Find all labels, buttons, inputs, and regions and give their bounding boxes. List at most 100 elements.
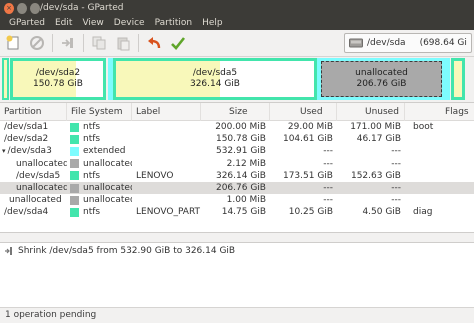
apply-button[interactable]: [168, 33, 188, 53]
cell-used: 10.25 GiB: [288, 207, 333, 218]
cell-partition: unallocated: [16, 183, 67, 194]
copy-icon: [92, 36, 106, 50]
cell-used: ---: [323, 146, 333, 157]
diskmap-sda5-name: /dev/sda5: [192, 68, 238, 78]
table-row[interactable]: unallocated unallocated 1.00 MiB --- ---: [0, 194, 474, 207]
diskmap-segment-sda4[interactable]: [451, 58, 465, 100]
toolbar: /dev/sda (698.64 Gi: [0, 30, 474, 57]
diskmap-segment-sda5[interactable]: /dev/sda5 326.14 GiB: [113, 58, 317, 100]
undo-button[interactable]: [144, 33, 164, 53]
menu-help[interactable]: Help: [197, 18, 228, 28]
fs-name: ntfs: [83, 170, 101, 181]
cell-unused: ---: [391, 158, 401, 169]
cell-size: 532.91 GiB: [215, 146, 266, 157]
menu-device[interactable]: Device: [109, 18, 150, 28]
cell-file-system: unallocated: [67, 158, 132, 170]
column-header-label[interactable]: Label: [132, 102, 201, 121]
column-header-file-system[interactable]: File System: [67, 102, 132, 121]
cell-unused: ---: [391, 146, 401, 157]
table-row[interactable]: /dev/sda2 ntfs 150.78 GiB 104.61 GiB 46.…: [0, 133, 474, 145]
table-row[interactable]: unallocated unallocated 2.12 MiB --- ---: [0, 158, 474, 170]
diskmap-unallocated-size: 206.76 GiB: [356, 79, 407, 89]
fs-name: ntfs: [83, 207, 101, 218]
diskmap-segment-sda1[interactable]: [2, 58, 9, 100]
table-row[interactable]: /dev/sda5 ntfs LENOVO 326.14 GiB 173.51 …: [0, 169, 474, 182]
cell-unused: 171.00 MiB: [350, 122, 401, 133]
expander-arrow-icon[interactable]: ▾: [2, 145, 6, 157]
cell-flags: [405, 158, 474, 170]
maximize-window-button[interactable]: [30, 2, 40, 14]
table-row-selected[interactable]: unallocated unallocated 206.76 GiB --- -…: [0, 181, 474, 195]
new-partition-button[interactable]: [3, 33, 23, 53]
cell-size: 326.14 GiB: [215, 170, 266, 181]
cell-flags: [405, 145, 474, 157]
diskmap-sda2-name: /dev/sda2: [35, 68, 81, 78]
column-header-used[interactable]: Used: [270, 102, 337, 121]
column-header-partition[interactable]: Partition: [0, 102, 67, 121]
undo-icon: [148, 37, 161, 49]
cell-label: [132, 182, 201, 194]
partition-name: /dev/sda3: [7, 146, 52, 157]
cell-partition: /dev/sda2: [4, 134, 49, 145]
delete-partition-button[interactable]: [27, 33, 47, 53]
cell-file-system: unallocated: [67, 182, 132, 194]
device-selector[interactable]: /dev/sda (698.64 Gi: [344, 33, 472, 53]
window-title: /dev/sda - GParted: [40, 3, 124, 13]
cell-size: 14.75 GiB: [221, 207, 266, 218]
diskmap-segment-sda2[interactable]: /dev/sda2 150.78 GiB: [10, 58, 106, 100]
close-window-button[interactable]: ×: [4, 2, 14, 14]
column-header-flags[interactable]: Flags: [405, 103, 474, 121]
cell-size: 150.78 GiB: [215, 134, 266, 145]
menu-bar: GParted Edit View Device Partition Help: [0, 16, 474, 30]
operation-item[interactable]: Shrink /dev/sda5 from 532.90 GiB to 326.…: [0, 243, 474, 259]
cell-unused: 4.50 GiB: [362, 207, 401, 218]
table-row[interactable]: /dev/sda1 ntfs 200.00 MiB 29.00 MiB 171.…: [0, 121, 474, 134]
status-text: 1 operation pending: [5, 310, 97, 320]
diskmap-unallocated-name: unallocated: [355, 68, 408, 78]
cell-unused: 46.17 GiB: [356, 134, 401, 145]
cell-used: ---: [323, 183, 333, 194]
cell-size: 200.00 MiB: [215, 122, 266, 133]
diskmap-segment-unallocated[interactable]: unallocated 206.76 GiB: [318, 58, 445, 100]
cell-label: [132, 145, 201, 157]
partition-table: Partition File System Label Size Used Un…: [0, 102, 474, 233]
cell-file-system: ntfs: [67, 133, 132, 145]
cell-label: [132, 121, 201, 133]
paste-button[interactable]: [113, 33, 133, 53]
cell-used: ---: [323, 158, 333, 169]
table-header: Partition File System Label Size Used Un…: [0, 102, 474, 121]
device-name: /dev/sda: [367, 38, 406, 48]
pending-operations-pane: Shrink /dev/sda5 from 532.90 GiB to 326.…: [0, 242, 474, 307]
cell-partition: /dev/sda4: [4, 207, 49, 218]
menu-view[interactable]: View: [77, 18, 108, 28]
table-row[interactable]: /dev/sda4 ntfs LENOVO_PART 14.75 GiB 10.…: [0, 206, 474, 218]
minimize-window-button[interactable]: [17, 2, 27, 14]
cell-flags: diag: [413, 207, 433, 218]
fs-name: ntfs: [83, 122, 101, 133]
cell-partition: unallocated: [9, 195, 62, 206]
resize-move-button[interactable]: [58, 33, 78, 53]
fs-name: unallocated: [83, 183, 132, 194]
cell-partition: /dev/sda1: [4, 122, 49, 133]
cell-flags: [405, 170, 474, 182]
fs-name: unallocated: [83, 158, 132, 169]
checkmark-icon: [171, 37, 186, 50]
column-header-size[interactable]: Size: [201, 102, 270, 121]
pane-divider[interactable]: [0, 233, 474, 242]
cell-used: 173.51 GiB: [282, 170, 333, 181]
menu-gparted[interactable]: GParted: [4, 18, 50, 28]
menu-partition[interactable]: Partition: [150, 18, 198, 28]
cell-flags: [405, 133, 474, 145]
copy-button[interactable]: [89, 33, 109, 53]
cell-used: ---: [323, 195, 333, 206]
cell-partition: /dev/sda5: [16, 170, 61, 181]
cell-size: 1.00 MiB: [226, 195, 266, 206]
cell-label: LENOVO: [136, 170, 174, 181]
fs-name: extended: [83, 146, 126, 157]
menu-edit[interactable]: Edit: [50, 18, 77, 28]
new-partition-icon: [6, 35, 19, 50]
column-header-unused[interactable]: Unused: [337, 102, 405, 121]
title-bar: × /dev/sda - GParted: [0, 0, 474, 16]
table-row[interactable]: ▾ /dev/sda3 extended 532.91 GiB --- ---: [0, 145, 474, 158]
disk-map: /dev/sda2 150.78 GiB /dev/sda5 326.14 Gi…: [0, 58, 474, 100]
